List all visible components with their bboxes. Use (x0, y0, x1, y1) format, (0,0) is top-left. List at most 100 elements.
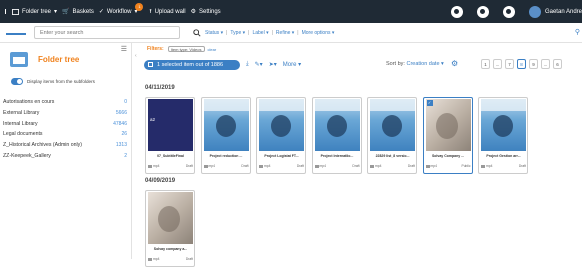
folder-item-label: ZZ-Keepeek_Gallery (3, 152, 51, 159)
folder-item-count: 47846 (113, 120, 127, 127)
search-bar: Status ▾ | Type ▾ | Label ▾ | Refine ▾ |… (0, 23, 582, 43)
media-title: 22829 list_8 versio... (375, 154, 410, 158)
hamburger-icon[interactable]: ☰ (121, 45, 127, 53)
media-thumbnail[interactable]: a2 (148, 99, 193, 151)
media-card[interactable]: ✓ Solvay Company ... mp4 Public (422, 97, 473, 174)
more-label: More (282, 62, 297, 68)
media-title: Project Internatlio... (320, 154, 354, 158)
media-type: mp4 (148, 164, 159, 168)
subfolders-toggle-row: Display items from the subfolders (0, 75, 131, 87)
media-extension: mp4 (375, 164, 382, 168)
upload-wall-link[interactable]: ⭱ Upload wall (149, 7, 185, 17)
media-thumbnail[interactable] (148, 192, 193, 244)
subfolders-toggle[interactable] (11, 77, 23, 85)
folder-item[interactable]: ZZ-Keepeek_Gallery 2 (0, 150, 131, 161)
selected-check-icon[interactable]: ✓ (426, 100, 433, 106)
page-button[interactable]: 9 (529, 59, 538, 69)
media-type: mp4 (314, 164, 326, 168)
page-button-current[interactable]: 8 (517, 59, 526, 69)
funnel-icon[interactable]: ⚲ (575, 28, 580, 36)
folder-item-count: 0 (124, 99, 127, 106)
folder-item[interactable]: Autorisations en cours 0 (0, 97, 131, 108)
folder-item-label: Z_Historical Archives (Admin only) (3, 142, 82, 149)
media-status: Draft (407, 164, 415, 168)
media-card[interactable]: a2 07_SubtitleFinal mp4 Draft (145, 97, 195, 174)
avatar[interactable] (528, 5, 541, 18)
workflow-menu[interactable]: ✓ Workflow ▾ 1 (98, 3, 144, 15)
video-file-icon (203, 164, 208, 168)
media-status: Draft (241, 164, 249, 168)
baskets-menu[interactable]: 🛒 Baskets (62, 8, 94, 16)
folder-tree-menu[interactable]: Folder tree ▾ (5, 8, 57, 15)
app-logo[interactable] (6, 30, 26, 35)
page-button[interactable]: 7 (505, 59, 514, 69)
page-button[interactable]: 1 (481, 59, 490, 69)
edit-icon[interactable]: ✎▾ (255, 61, 263, 68)
upload-icon: ⭱ (149, 8, 152, 15)
media-card[interactable]: 22829 list_8 versio... mp4 Draft (367, 97, 417, 174)
more-options-filter[interactable]: More options (302, 30, 331, 36)
workflow-badge: 1 (135, 3, 144, 11)
settings-link[interactable]: ⚙ Settings (191, 8, 221, 16)
download-icon[interactable]: ⤓ (246, 61, 249, 68)
video-file-icon (148, 257, 152, 261)
search-input[interactable] (34, 26, 180, 39)
media-status: Draft (296, 164, 304, 168)
media-card[interactable]: Project Gestion arr... mp4 Draft (478, 97, 528, 174)
media-card[interactable]: Project Internatlio... mp4 Draft (311, 97, 362, 174)
folder-tree-header: Folder tree ☰ (0, 43, 131, 75)
media-card[interactable]: Project Logistat FT... mp4 Draft (256, 97, 306, 174)
page-ellipsis: ... (541, 59, 550, 69)
clear-filters-link[interactable]: clear (208, 47, 217, 52)
media-title: Solvay Company ... (431, 154, 465, 158)
search-icon[interactable] (193, 28, 201, 37)
media-type: mp4 (148, 257, 159, 261)
bell-icon (506, 9, 512, 14)
label-filter[interactable]: Label (252, 30, 264, 36)
search-filters: Status ▾ | Type ▾ | Label ▾ | Refine ▾ |… (205, 30, 334, 36)
folder-item[interactable]: Legal documents 26 (0, 129, 131, 140)
folder-item[interactable]: Z_Historical Archives (Admin only) 1313 (0, 140, 131, 151)
selection-count: 1 selected item out of 1886 (157, 61, 224, 68)
share-icon[interactable]: ➤▾ (269, 61, 277, 68)
caret-down-icon: ▾ (54, 9, 58, 15)
folder-item-count: 1313 (115, 142, 127, 149)
display-settings-icon[interactable]: ⚙ (451, 59, 458, 68)
sort-by-value: Creation date (406, 61, 440, 67)
sort-by-label: Sort by: (386, 61, 405, 67)
user-name[interactable]: Gaetan Andre (545, 9, 582, 15)
media-thumbnail[interactable] (314, 99, 360, 151)
media-thumbnail[interactable] (259, 99, 304, 151)
upload-arrow-icon (454, 9, 460, 14)
download-circle-button[interactable] (476, 5, 489, 18)
media-thumbnail[interactable] (425, 99, 471, 151)
notifications-circle-button[interactable] (502, 5, 515, 18)
upload-circle-button[interactable] (450, 5, 463, 18)
page-button[interactable]: 6 (553, 59, 562, 69)
media-extension: mp4 (208, 164, 215, 168)
media-thumbnail[interactable] (203, 99, 249, 151)
type-filter[interactable]: Type (230, 30, 241, 36)
selection-button[interactable]: 1 selected item out of 1886 (144, 59, 240, 70)
more-actions-button[interactable]: More ▾ (283, 61, 301, 68)
cart-icon: 🛒 (62, 9, 70, 15)
refine-filter[interactable]: Refine (276, 30, 290, 36)
media-thumbnail[interactable] (370, 99, 415, 151)
selection-toolbar: 1 selected item out of 1886 ⤓ ✎▾ ➤▾ More… (144, 58, 582, 71)
caret-down-icon: ▾ (219, 29, 224, 36)
filter-chip[interactable]: Item type: Videos (167, 46, 205, 52)
folder-list: Autorisations en cours 0 External Library… (0, 97, 131, 161)
collapse-sidebar-icon[interactable]: ‹ (135, 53, 137, 59)
media-thumbnail[interactable] (481, 99, 526, 151)
media-type: mp4 (259, 164, 270, 168)
checkmark-icon: ✓ (98, 9, 104, 15)
status-filter[interactable]: Status (205, 30, 219, 36)
download-arrow-icon (480, 9, 486, 14)
sort-by[interactable]: Sort by: Creation date ▾ (386, 61, 444, 67)
media-card[interactable]: Solvay company a... mp4 Draft (145, 190, 195, 267)
checkbox-icon (148, 62, 153, 67)
folder-item[interactable]: External Library 5666 (0, 108, 131, 119)
folder-item[interactable]: Internal Library 47846 (0, 118, 131, 129)
media-card[interactable]: Project reduction ... mp4 Draft (200, 97, 251, 174)
divider: | (271, 29, 273, 36)
